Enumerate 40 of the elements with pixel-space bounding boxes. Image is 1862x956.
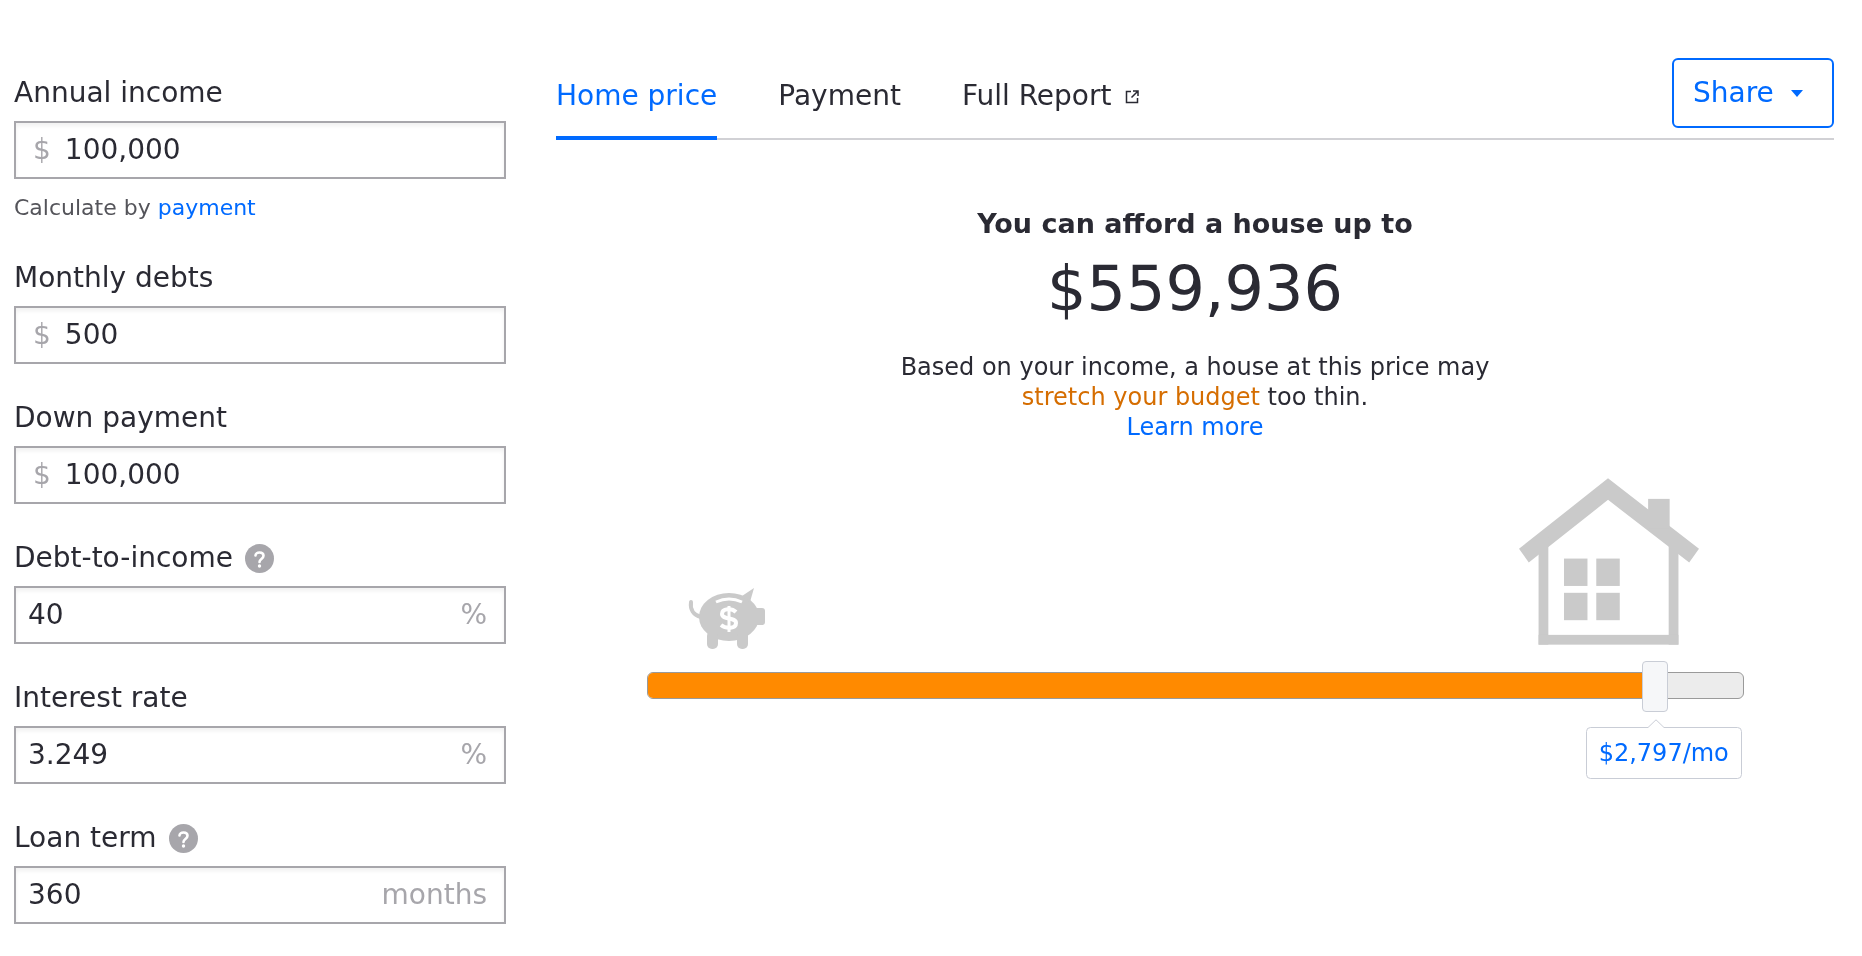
tab[interactable]: Payment [778,78,901,140]
unit-label: % [460,597,487,633]
field-label: Monthly debts [14,260,214,296]
input-field[interactable]: $ 100,000 [14,446,506,504]
field-value: 100,000 [64,132,181,168]
slider-handle[interactable] [1641,661,1668,712]
field-label: Debt-to-income [14,540,233,576]
helper-text: Calculate by payment [14,194,256,222]
input-field[interactable]: $ 100,000 [14,121,506,179]
input-field[interactable]: 3.249 % [14,726,506,784]
field-label: Loan term [14,820,157,856]
currency-symbol: $ [33,317,51,353]
share-button[interactable]: Share [1672,58,1834,128]
input-field[interactable]: $ 500 [14,306,506,364]
monthly-payment-tooltip: $2,797/mo [1585,719,1742,779]
field-value: 500 [64,317,119,353]
currency-symbol: $ [33,132,51,168]
house-icon [1518,478,1699,645]
field-label: Down payment [14,400,227,436]
field-value: 360 [28,877,82,913]
currency-symbol: $ [33,457,51,493]
unit-label: % [460,737,487,773]
caret-down-icon [1790,89,1803,97]
learn-more-link[interactable]: Learn more [1126,412,1264,442]
field-value: 3.249 [28,737,109,773]
tab[interactable]: Home price [556,78,718,140]
field-label: Annual income [14,75,223,111]
max-home-price: $559,936 [1047,253,1343,325]
help-icon[interactable] [168,823,198,853]
input-field[interactable]: 360 months [14,866,506,924]
affordability-headline: You can afford a house up to [977,207,1413,241]
input-field[interactable]: 40 % [14,586,506,644]
field-value: 100,000 [64,457,181,493]
field-label: Interest rate [14,680,188,716]
help-icon[interactable] [244,543,274,573]
payment-link[interactable]: payment [157,195,256,220]
field-value: 40 [28,597,64,633]
tab[interactable]: Full Report [961,78,1140,140]
unit-label: months [381,877,487,913]
affordability-message: Based on your income, a house at this price may stretch your budget too thin. [899,352,1491,412]
